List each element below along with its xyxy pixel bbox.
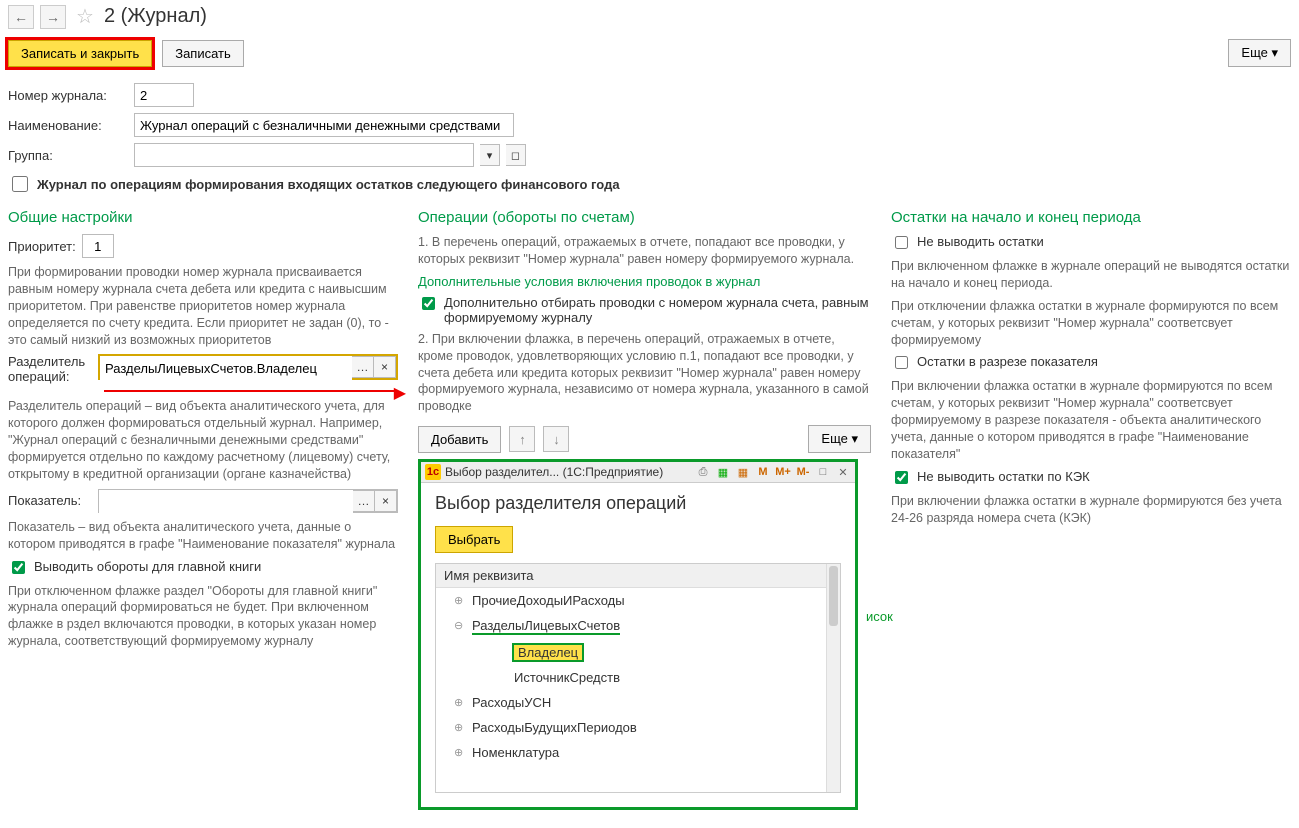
attributes-tree[interactable]: Имя реквизита ⊕ПрочиеДоходыИРасходы ⊖Раз…: [435, 563, 841, 793]
no-kek-balances-label: Не выводить остатки по КЭК: [917, 469, 1090, 484]
gl-turnovers-checkbox[interactable]: [12, 561, 25, 574]
grid-icon[interactable]: ▦: [715, 464, 731, 480]
nav-forward-button[interactable]: →: [40, 5, 66, 29]
memory-mplus-button[interactable]: M+: [775, 464, 791, 480]
priority-label: Приоритет:: [8, 239, 76, 254]
divider-input[interactable]: [100, 356, 352, 380]
no-kek-balances-checkbox[interactable]: [895, 471, 908, 484]
calendar-icon[interactable]: ▦: [735, 464, 751, 480]
balances-by-indicator-label: Остатки в разрезе показателя: [917, 354, 1098, 369]
group-open-button[interactable]: ◻: [506, 144, 526, 166]
tree-item[interactable]: ИсточникСредств: [436, 665, 840, 690]
balances-p3: При включении флажка остатки в журнале ф…: [891, 378, 1291, 462]
dialog-heading: Выбор разделителя операций: [435, 493, 841, 514]
app-1c-icon: 1c: [425, 464, 441, 480]
tree-item-selected[interactable]: Владелец: [436, 640, 840, 665]
journal-name-input[interactable]: [134, 113, 514, 137]
highlight-arrow-line: ▶: [104, 390, 398, 392]
divider-clear-button[interactable]: ×: [374, 356, 396, 378]
journal-number-input[interactable]: [134, 83, 194, 107]
indicator-clear-button[interactable]: ×: [375, 490, 397, 512]
dialog-maximize-icon[interactable]: □: [815, 464, 831, 480]
dialog-select-button[interactable]: Выбрать: [435, 526, 513, 553]
more-button[interactable]: Еще ▾: [1228, 39, 1291, 67]
incoming-balance-checkbox[interactable]: [12, 176, 28, 192]
tree-item[interactable]: ⊕Номенклатура: [436, 740, 840, 765]
no-balances-label: Не выводить остатки: [917, 234, 1044, 249]
page-title: 2 (Журнал): [104, 5, 207, 28]
operations-head: Операции (обороты по счетам): [418, 209, 871, 226]
move-down-button[interactable]: ↓: [543, 426, 569, 452]
general-settings-head: Общие настройки: [8, 209, 398, 226]
dialog-title: Выбор разделител... (1С:Предприятие): [445, 465, 663, 479]
balances-by-indicator-checkbox[interactable]: [895, 356, 908, 369]
save-and-close-button[interactable]: Записать и закрыть: [8, 40, 152, 67]
indicator-select-button[interactable]: …: [353, 490, 375, 512]
tree-item[interactable]: ⊕РасходыУСН: [436, 690, 840, 715]
add-button[interactable]: Добавить: [418, 426, 501, 453]
extra-filter-checkbox[interactable]: [422, 297, 435, 310]
journal-name-label: Наименование:: [8, 118, 128, 133]
tree-item[interactable]: ⊕РасходыБудущихПериодов: [436, 715, 840, 740]
memory-m-button[interactable]: M: [755, 464, 771, 480]
print-icon[interactable]: ⎙: [695, 464, 711, 480]
balances-p2: При отключении флажка остатки в журнале …: [891, 298, 1291, 349]
favorite-star-icon[interactable]: ☆: [76, 4, 94, 29]
memory-mminus-button[interactable]: M-: [795, 464, 811, 480]
divider-select-button[interactable]: …: [352, 356, 374, 378]
operations-p2: 2. При включении флажка, в перечень опер…: [418, 331, 871, 415]
group-label: Группа:: [8, 148, 128, 163]
indicator-help-text: Показатель – вид объекта аналитического …: [8, 519, 398, 553]
balances-head: Остатки на начало и конец периода: [891, 209, 1291, 226]
tree-scrollbar[interactable]: [826, 564, 840, 792]
save-button[interactable]: Записать: [162, 40, 244, 67]
truncated-label: исок: [866, 609, 893, 624]
tree-column-header: Имя реквизита: [436, 564, 840, 588]
indicator-input[interactable]: [99, 490, 353, 514]
tree-item[interactable]: ⊕ПрочиеДоходыИРасходы: [436, 588, 840, 613]
operations-p1: 1. В перечень операций, отражаемых в отч…: [418, 234, 871, 268]
dialog-close-icon[interactable]: ✕: [835, 464, 851, 480]
operations-more-button[interactable]: Еще ▾: [808, 425, 871, 453]
group-input[interactable]: [134, 143, 474, 167]
group-dropdown-button[interactable]: ▾: [480, 144, 500, 166]
move-up-button[interactable]: ↑: [509, 426, 535, 452]
extra-filter-label: Дополнительно отбирать проводки с номеро…: [444, 295, 871, 325]
tree-item[interactable]: ⊖РазделыЛицевыхСчетов: [436, 613, 840, 640]
priority-input[interactable]: [82, 234, 114, 258]
no-balances-checkbox[interactable]: [895, 236, 908, 249]
balances-p1: При включенном флажке в журнале операций…: [891, 258, 1291, 292]
indicator-label: Показатель:: [8, 493, 92, 508]
divider-select-dialog: 1c Выбор разделител... (1С:Предприятие) …: [418, 459, 858, 810]
priority-help-text: При формировании проводки номер журнала …: [8, 264, 398, 348]
divider-help-text: Разделитель операций – вид объекта анали…: [8, 398, 398, 482]
divider-label: Разделитель операций:: [8, 354, 92, 384]
extra-conditions-head: Дополнительные условия включения проводо…: [418, 274, 871, 289]
nav-back-button[interactable]: ←: [8, 5, 34, 29]
incoming-balance-label: Журнал по операциям формирования входящи…: [37, 177, 620, 192]
journal-number-label: Номер журнала:: [8, 88, 128, 103]
gl-help-text: При отключенном флажке раздел "Обороты д…: [8, 583, 398, 651]
balances-p4: При включении флажка остатки в журнале ф…: [891, 493, 1291, 527]
gl-turnovers-label: Выводить обороты для главной книги: [34, 559, 261, 574]
